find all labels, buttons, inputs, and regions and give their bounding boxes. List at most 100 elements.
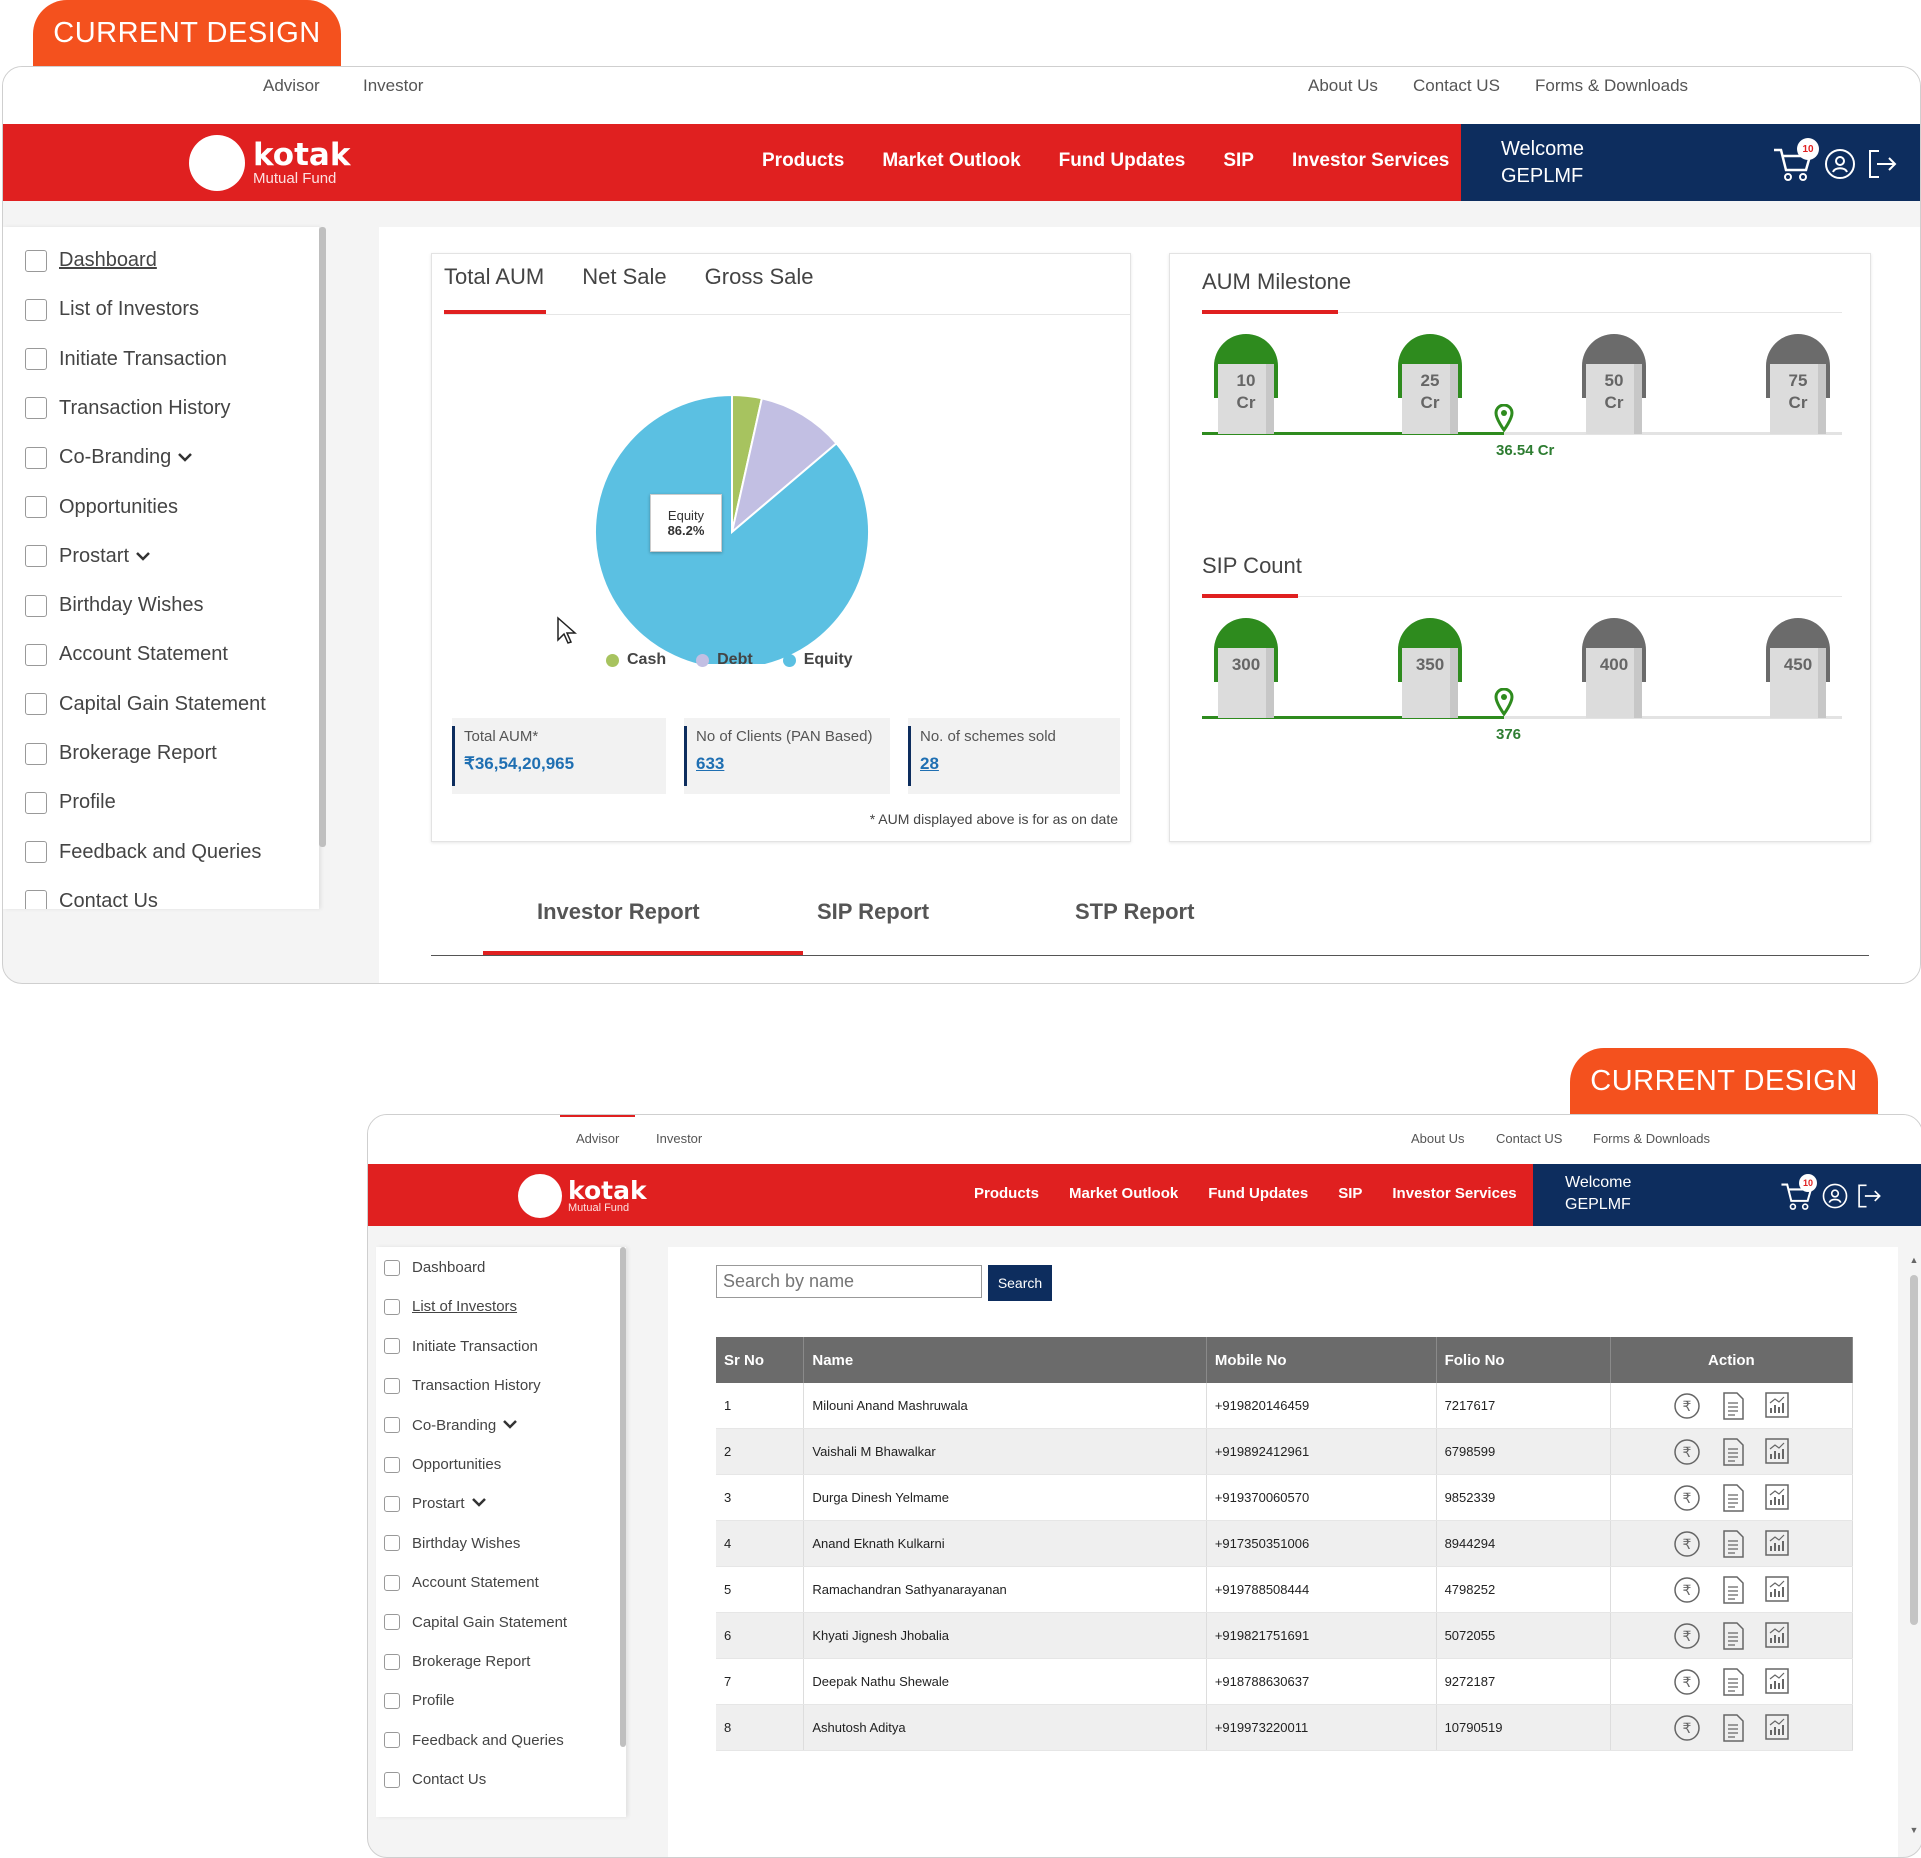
logout-icon-2[interactable] xyxy=(1855,1182,1883,1210)
document-icon[interactable] xyxy=(1720,1575,1746,1605)
nav-item-products[interactable]: Products xyxy=(762,150,844,172)
page-scrollbar[interactable]: ▲ ▼ xyxy=(1908,1255,1920,1835)
sidebar-item-initiate-transaction[interactable]: Initiate Transaction xyxy=(25,348,227,371)
nav-item-sip[interactable]: SIP xyxy=(1338,1185,1362,1202)
rupee-icon[interactable]: ₹ xyxy=(1672,1667,1702,1697)
sidebar-item-initiate-transaction[interactable]: Initiate Transaction xyxy=(384,1338,538,1355)
sidebar-item-list-of-investors[interactable]: List of Investors xyxy=(25,298,199,321)
chevron-down-icon[interactable] xyxy=(177,446,193,469)
forms-link-2[interactable]: Forms & Downloads xyxy=(1593,1131,1710,1146)
cart-icon-2[interactable]: 10 xyxy=(1779,1174,1817,1214)
rupee-icon[interactable]: ₹ xyxy=(1672,1713,1702,1743)
sidebar-scrollbar-2[interactable] xyxy=(620,1247,626,1747)
rupee-icon[interactable]: ₹ xyxy=(1672,1529,1702,1559)
sidebar-item-prostart[interactable]: Prostart xyxy=(384,1495,487,1512)
tab-stp-report[interactable]: STP Report xyxy=(1075,899,1194,925)
sidebar-scrollbar[interactable] xyxy=(319,227,326,847)
column-header-folio-no[interactable]: Folio No xyxy=(1436,1337,1611,1383)
nav-item-products[interactable]: Products xyxy=(974,1185,1039,1202)
nav-item-market-outlook[interactable]: Market Outlook xyxy=(1069,1185,1178,1202)
nav-item-sip[interactable]: SIP xyxy=(1223,150,1254,172)
document-icon[interactable] xyxy=(1720,1437,1746,1467)
chevron-down-icon[interactable] xyxy=(502,1417,518,1434)
sidebar-item-transaction-history[interactable]: Transaction History xyxy=(25,397,231,420)
tab-total-aum[interactable]: Total AUM xyxy=(444,264,544,290)
sidebar-item-brokerage-report[interactable]: Brokerage Report xyxy=(25,742,217,765)
column-header-action[interactable]: Action xyxy=(1610,1337,1854,1383)
kotak-logo-2[interactable]: kotak Mutual Fund xyxy=(518,1174,647,1218)
sidebar-item-co-branding[interactable]: Co-Branding xyxy=(384,1417,518,1434)
sidebar-item-dashboard[interactable]: Dashboard xyxy=(25,249,157,272)
document-icon[interactable] xyxy=(1720,1621,1746,1651)
sidebar-item-contact-us[interactable]: Contact Us xyxy=(25,890,158,909)
contact-link-2[interactable]: Contact US xyxy=(1496,1131,1562,1146)
tab-gross-sale[interactable]: Gross Sale xyxy=(705,264,814,290)
document-icon[interactable] xyxy=(1720,1483,1746,1513)
user-icon-2[interactable] xyxy=(1821,1182,1849,1210)
sidebar-item-birthday-wishes[interactable]: Birthday Wishes xyxy=(25,594,204,617)
cart-icon[interactable]: 10 xyxy=(1771,138,1819,186)
chart-report-icon[interactable] xyxy=(1764,1437,1790,1467)
sidebar-item-opportunities[interactable]: Opportunities xyxy=(25,496,178,519)
nav-item-investor-services[interactable]: Investor Services xyxy=(1392,1185,1516,1202)
chart-report-icon[interactable] xyxy=(1764,1575,1790,1605)
nav-item-fund-updates[interactable]: Fund Updates xyxy=(1208,1185,1308,1202)
rupee-icon[interactable]: ₹ xyxy=(1672,1437,1702,1467)
document-icon[interactable] xyxy=(1720,1713,1746,1743)
sidebar-item-dashboard[interactable]: Dashboard xyxy=(384,1259,485,1276)
nav-item-fund-updates[interactable]: Fund Updates xyxy=(1059,150,1186,172)
table-row[interactable]: 4 Anand Eknath Kulkarni +917350351006 89442… xyxy=(716,1520,1854,1567)
chart-report-icon[interactable] xyxy=(1764,1483,1790,1513)
forms-link[interactable]: Forms & Downloads xyxy=(1535,76,1688,96)
about-link-2[interactable]: About Us xyxy=(1411,1131,1464,1146)
sidebar-item-capital-gain-statement[interactable]: Capital Gain Statement xyxy=(384,1614,567,1631)
tab-net-sale[interactable]: Net Sale xyxy=(582,264,666,290)
chart-report-icon[interactable] xyxy=(1764,1529,1790,1559)
chart-report-icon[interactable] xyxy=(1764,1667,1790,1697)
tab-investor-report[interactable]: Investor Report xyxy=(537,899,700,925)
chart-report-icon[interactable] xyxy=(1764,1391,1790,1421)
column-header-sr-no[interactable]: Sr No xyxy=(716,1337,805,1383)
user-icon[interactable] xyxy=(1823,147,1857,181)
sidebar-item-prostart[interactable]: Prostart xyxy=(25,545,151,568)
table-row[interactable]: 1 Milouni Anand Mashruwala +919820146459 72… xyxy=(716,1383,1854,1429)
chart-report-icon[interactable] xyxy=(1764,1713,1790,1743)
about-link[interactable]: About Us xyxy=(1308,76,1378,96)
rupee-icon[interactable]: ₹ xyxy=(1672,1575,1702,1605)
document-icon[interactable] xyxy=(1720,1667,1746,1697)
nav-item-investor-services[interactable]: Investor Services xyxy=(1292,150,1449,172)
table-row[interactable]: 5 Ramachandran Sathyanarayanan +9197885084… xyxy=(716,1566,1854,1613)
sidebar-item-transaction-history[interactable]: Transaction History xyxy=(384,1377,541,1394)
advisor-link[interactable]: Advisor xyxy=(263,76,320,96)
sidebar-item-opportunities[interactable]: Opportunities xyxy=(384,1456,501,1473)
sidebar-item-account-statement[interactable]: Account Statement xyxy=(25,643,228,666)
chevron-down-icon[interactable] xyxy=(135,545,151,568)
document-icon[interactable] xyxy=(1720,1529,1746,1559)
sidebar-item-contact-us[interactable]: Contact Us xyxy=(384,1771,486,1788)
sidebar-item-feedback-and-queries[interactable]: Feedback and Queries xyxy=(25,841,261,864)
sidebar-item-profile[interactable]: Profile xyxy=(384,1692,455,1709)
sidebar-item-feedback-and-queries[interactable]: Feedback and Queries xyxy=(384,1732,564,1749)
chevron-down-icon[interactable] xyxy=(471,1495,487,1512)
sidebar-item-list-of-investors[interactable]: List of Investors xyxy=(384,1298,517,1315)
search-input[interactable] xyxy=(716,1265,982,1298)
chart-report-icon[interactable] xyxy=(1764,1621,1790,1651)
investor-link-2[interactable]: Investor xyxy=(656,1131,702,1146)
table-row[interactable]: 6 Khyati Jignesh Jhobalia +919821751691 507… xyxy=(716,1612,1854,1659)
table-row[interactable]: 3 Durga Dinesh Yelmame +919370060570 985233… xyxy=(716,1474,1854,1521)
legend-item-cash[interactable]: Cash xyxy=(606,651,666,669)
logout-icon[interactable] xyxy=(1865,147,1899,181)
sidebar-item-account-statement[interactable]: Account Statement xyxy=(384,1574,539,1591)
document-icon[interactable] xyxy=(1720,1391,1746,1421)
kotak-logo[interactable]: kotak Mutual Fund xyxy=(189,135,350,191)
contact-link[interactable]: Contact US xyxy=(1413,76,1500,96)
table-row[interactable]: 7 Deepak Nathu Shewale +918788630637 927218… xyxy=(716,1658,1854,1705)
sidebar-item-birthday-wishes[interactable]: Birthday Wishes xyxy=(384,1535,520,1552)
table-row[interactable]: 2 Vaishali M Bhawalkar +919892412961 679859… xyxy=(716,1428,1854,1475)
stat-value[interactable]: 633 xyxy=(696,754,724,774)
advisor-link-2[interactable]: Advisor xyxy=(576,1131,619,1146)
sidebar-item-brokerage-report[interactable]: Brokerage Report xyxy=(384,1653,530,1670)
rupee-icon[interactable]: ₹ xyxy=(1672,1391,1702,1421)
rupee-icon[interactable]: ₹ xyxy=(1672,1483,1702,1513)
investor-link[interactable]: Investor xyxy=(363,76,423,96)
